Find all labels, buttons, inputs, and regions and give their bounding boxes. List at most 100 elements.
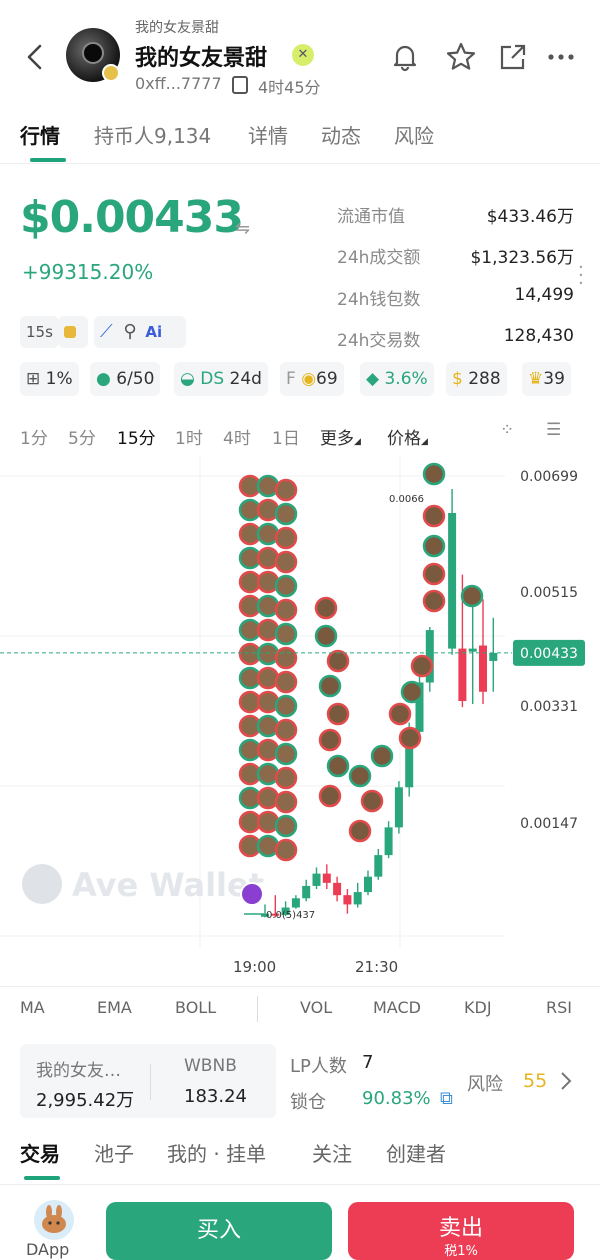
tax-value: 1%: [45, 369, 73, 389]
vertical-more-icon[interactable]: · · ·: [578, 259, 584, 293]
tab-market[interactable]: 行情: [20, 120, 60, 149]
trophy-value: 39: [543, 369, 565, 389]
price-chart[interactable]: Ave Wallet 0.00699 0.00515 0.00331 0.00147 0.…: [0, 456, 600, 952]
candle-body: [343, 895, 352, 905]
bag-badge[interactable]: $ 288: [446, 362, 507, 396]
trader-bubble: [398, 726, 422, 750]
trader-bubble: [256, 762, 280, 786]
candle-body: [448, 512, 457, 649]
timeframe-1d[interactable]: 1日: [272, 424, 300, 449]
user-icon: ●: [96, 369, 117, 389]
stat-label-volume: 24h成交额: [337, 248, 421, 268]
f-badge[interactable]: F ◉69: [280, 362, 344, 396]
watermark-text: Ave Wallet: [72, 866, 264, 904]
trophy-icon: ♛: [528, 369, 544, 389]
tab-creator[interactable]: 创建者: [386, 1138, 446, 1167]
holders-badge[interactable]: ● 6/50: [90, 362, 161, 396]
pancake-dapp-icon[interactable]: [34, 1200, 74, 1240]
sell-button[interactable]: 卖出 税1%: [348, 1202, 574, 1260]
feather-icon[interactable]: ⟋: [100, 321, 113, 342]
y-tick-label: 0.00699: [520, 469, 578, 485]
pool-token-value: 2,995.42万: [36, 1090, 135, 1111]
y-tick-label: 0.00331: [520, 699, 578, 715]
trader-bubble: [274, 694, 298, 718]
holders-value: 6/50: [116, 369, 155, 389]
back-icon[interactable]: [22, 42, 48, 72]
timeframe-1h[interactable]: 1时: [175, 424, 203, 449]
dapp-label[interactable]: DApp: [26, 1240, 69, 1259]
trader-bubble: [410, 654, 434, 678]
trader-bubble: [274, 502, 298, 526]
share-icon[interactable]: [496, 40, 530, 74]
risk-score[interactable]: 55: [523, 1070, 547, 1092]
trader-bubble: [274, 670, 298, 694]
tab-risk[interactable]: 风险: [394, 120, 434, 149]
y-tick-label: 0.00515: [520, 585, 578, 601]
chart-settings-icon[interactable]: ☰: [546, 420, 561, 440]
external-link-icon[interactable]: ⧉: [440, 1088, 453, 1109]
search-icon[interactable]: ⚲: [123, 321, 136, 342]
pool-card[interactable]: 我的女友… 2,995.42万 WBNB 183.24: [20, 1044, 276, 1118]
indicator-rsi[interactable]: RSI: [546, 998, 572, 1017]
bubbles-icon[interactable]: ⁘: [500, 420, 514, 440]
ds-badge[interactable]: ◒ DS 24d: [174, 362, 268, 396]
tab-my-orders[interactable]: 我的 · 挂单: [167, 1138, 266, 1167]
stat-value-mcap: $433.46万: [486, 207, 574, 227]
pool-divider: [150, 1064, 151, 1100]
tax-badge[interactable]: ⊞ 1%: [20, 362, 79, 396]
star-icon[interactable]: [444, 40, 478, 74]
trader-bubble: [256, 546, 280, 570]
swap-icon[interactable]: ⇋: [235, 218, 250, 239]
trader-bubble: [318, 674, 342, 698]
trader-bubble: [314, 596, 338, 620]
trader-bubble: [318, 784, 342, 808]
high-price-label: 0.0066: [389, 494, 424, 505]
timeframe-more[interactable]: 更多◢: [320, 424, 361, 449]
tools-chip: ⟋ ⚲ Ai: [94, 316, 186, 348]
bell-icon[interactable]: [388, 40, 422, 74]
indicator-ema[interactable]: EMA: [97, 998, 132, 1017]
top-bar: 我的女友景甜 我的女友景甜 ✕ 0xff...7777 4时45分: [0, 0, 600, 110]
trophy-badge[interactable]: ♛39: [522, 362, 571, 396]
pool-pair-value: 183.24: [184, 1086, 247, 1107]
tab-details[interactable]: 详情: [248, 120, 288, 149]
chevron-right-icon[interactable]: [558, 1070, 574, 1092]
buy-button[interactable]: 买入: [106, 1202, 332, 1260]
tab-trade[interactable]: 交易: [20, 1138, 60, 1167]
interval-chip[interactable]: 15s: [20, 316, 59, 348]
indicator-ma[interactable]: MA: [20, 998, 45, 1017]
divider: [0, 986, 600, 987]
tab-holders[interactable]: 持币人9,134: [94, 120, 211, 149]
more-icon[interactable]: [544, 40, 578, 74]
tab-follow[interactable]: 关注: [312, 1138, 352, 1167]
candle-body: [489, 652, 498, 661]
tab-activity[interactable]: 动态: [321, 120, 361, 149]
trader-bubble: [400, 680, 424, 704]
trader-bubble: [256, 810, 280, 834]
trader-bubble: [388, 702, 412, 726]
layers-icon: ◆: [366, 369, 385, 389]
stat-value-volume: $1,323.56万: [470, 248, 574, 268]
trader-bubble: [370, 744, 394, 768]
stat-label-mcap: 流通市值: [337, 207, 405, 227]
trader-bubble: [256, 474, 280, 498]
trader-bubble: [256, 594, 280, 618]
timeframe-5m[interactable]: 5分: [68, 424, 96, 449]
timeframe-1m[interactable]: 1分: [20, 424, 48, 449]
copy-icon[interactable]: [232, 76, 248, 94]
indicator-boll[interactable]: BOLL: [175, 998, 216, 1017]
price-toggle[interactable]: 价格◢: [387, 424, 428, 449]
indicator-macd[interactable]: MACD: [373, 998, 421, 1017]
timeframe-15m[interactable]: 15分: [117, 424, 156, 449]
stack-badge[interactable]: ◆ 3.6%: [360, 362, 434, 396]
timeframe-4h[interactable]: 4时: [223, 424, 251, 449]
coins-icon[interactable]: [58, 316, 88, 348]
indicator-vol[interactable]: VOL: [300, 998, 332, 1017]
token-small-name: 我的女友景甜: [135, 20, 219, 36]
watermark-logo-icon: [22, 864, 62, 904]
trader-bubble: [274, 526, 298, 550]
tab-pool[interactable]: 池子: [94, 1138, 134, 1167]
indicator-kdj[interactable]: KDJ: [464, 998, 492, 1017]
ai-label[interactable]: Ai: [145, 323, 162, 341]
lock-value: 90.83%: [362, 1088, 431, 1109]
